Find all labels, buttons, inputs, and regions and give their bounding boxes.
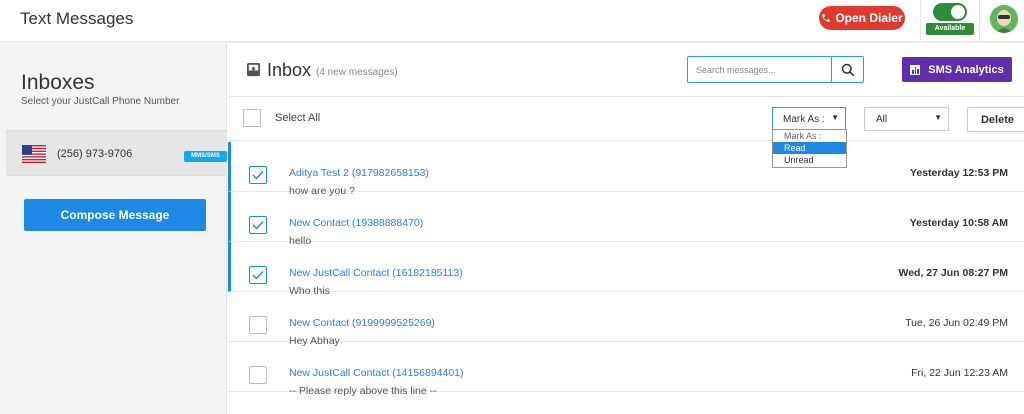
inbox-icon	[246, 62, 261, 77]
us-flag-icon	[22, 145, 46, 163]
message-checkbox[interactable]	[249, 266, 267, 284]
message-row[interactable]: New JustCall Contact (16182185113) Who th…	[228, 242, 1024, 297]
sidebar: Inboxes Select your JustCall Phone Numbe…	[0, 43, 227, 414]
filter-select[interactable]: All ▼	[864, 107, 949, 131]
avatar[interactable]	[990, 5, 1018, 33]
compose-message-button[interactable]: Compose Message	[24, 199, 206, 231]
message-row[interactable]: New Contact (9199999525269) Hey Abhay Tue,…	[228, 292, 1024, 347]
message-row[interactable]: New JustCall Contact (14156894401) -- Ple…	[228, 342, 1024, 397]
message-contact-link[interactable]: New Contact (9199999525269)	[289, 317, 435, 329]
checkmark-icon	[252, 221, 264, 230]
filter-value: All	[876, 114, 888, 125]
inbox-title: Inbox	[267, 60, 312, 80]
sms-analytics-button[interactable]: SMS Analytics	[902, 57, 1012, 82]
caret-down-icon: ▼	[934, 113, 942, 122]
message-checkbox[interactable]	[249, 216, 267, 234]
inbox-phone-number: (256) 973-9706	[57, 148, 133, 160]
dropdown-header-option: Mark As :	[784, 131, 822, 141]
mark-as-label: Mark As :	[783, 114, 825, 125]
select-all-checkbox[interactable]	[243, 109, 261, 127]
open-dialer-button[interactable]: Open Dialer	[819, 6, 905, 30]
dropdown-option-read[interactable]: Read	[773, 142, 846, 154]
main-panel: Inbox (4 new messages) SMS Analytics Sel…	[228, 43, 1024, 414]
checkmark-icon	[252, 271, 264, 280]
message-toolbar: Select All Mark As : ▼ All ▼ Delete	[228, 98, 1024, 141]
search-button[interactable]	[831, 57, 863, 82]
message-contact-link[interactable]: Aditya Test 2 (917982658153)	[289, 167, 429, 179]
message-checkbox[interactable]	[249, 166, 267, 184]
toggle-knob	[951, 5, 965, 19]
message-checkbox[interactable]	[249, 366, 267, 384]
message-timestamp: Yesterday 10:58 AM	[909, 217, 1008, 229]
caret-down-icon: ▼	[831, 113, 839, 122]
message-contact-link[interactable]: New Contact (19388888470)	[289, 217, 423, 229]
sidebar-subtitle: Select your JustCall Phone Number	[21, 96, 180, 107]
inbox-header: Inbox (4 new messages) SMS Analytics	[228, 43, 1024, 97]
status-badge: Available	[926, 23, 974, 35]
open-dialer-label: Open Dialer	[835, 11, 903, 25]
sms-analytics-label: SMS Analytics	[928, 63, 1004, 76]
phone-icon	[822, 14, 831, 22]
user-avatar-icon	[990, 5, 1018, 33]
availability-control: Available	[920, 0, 980, 42]
search-input[interactable]	[688, 57, 831, 82]
delete-button[interactable]: Delete	[967, 107, 1024, 132]
availability-toggle[interactable]	[933, 3, 967, 21]
message-row[interactable]: New Contact (19388888470) hello Yesterday …	[228, 192, 1024, 247]
checkmark-icon	[252, 171, 264, 180]
message-contact-link[interactable]: New JustCall Contact (16182185113)	[289, 267, 463, 279]
message-checkbox[interactable]	[249, 316, 267, 334]
dropdown-option-unread[interactable]: Unread	[773, 154, 846, 166]
mms-sms-badge: MMS/SMS	[184, 151, 227, 162]
message-contact-link[interactable]: New JustCall Contact (14156894401)	[289, 367, 464, 379]
mark-as-select[interactable]: Mark As : ▼	[772, 107, 846, 131]
message-preview: -- Please reply above this line --	[289, 385, 437, 397]
message-timestamp: Wed, 27 Jun 08:27 PM	[898, 267, 1008, 279]
search-box	[687, 56, 864, 83]
top-bar: Text Messages Open Dialer Available	[0, 0, 1024, 42]
message-timestamp: Yesterday 12:53 PM	[909, 167, 1008, 179]
select-all-label: Select All	[275, 112, 321, 124]
page-title: Text Messages	[20, 9, 134, 28]
search-icon	[841, 63, 854, 76]
inbox-item[interactable]: (256) 973-9706 MMS/SMS	[6, 130, 227, 176]
mark-as-dropdown: Mark As : Read Unread	[772, 129, 847, 168]
message-row[interactable]: Aditya Test 2 (917982658153) how are you …	[228, 142, 1024, 197]
message-timestamp: Tue, 26 Jun 02:49 PM	[905, 317, 1008, 329]
message-timestamp: Fri, 22 Jun 12:23 AM	[911, 367, 1008, 379]
new-messages-count: (4 new messages)	[316, 67, 398, 78]
analytics-icon	[910, 64, 921, 75]
sidebar-title: Inboxes	[21, 71, 95, 94]
